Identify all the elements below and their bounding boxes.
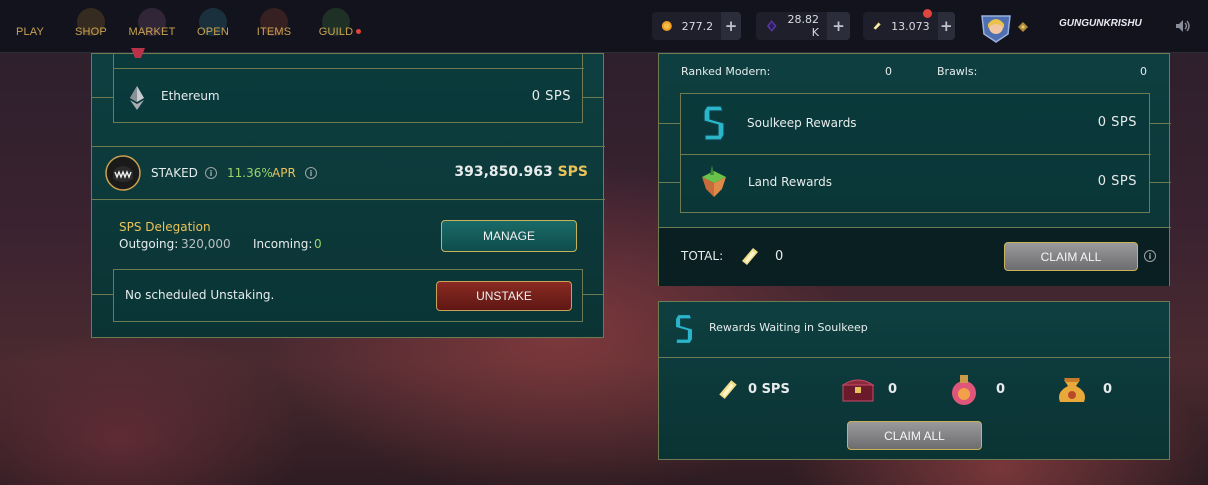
rank-icon	[1018, 22, 1028, 32]
ethereum-label: Ethereum	[161, 89, 220, 103]
waiting-bag-value: 0	[1103, 382, 1113, 397]
claim-all-soulkeep-button[interactable]: CLAIM ALL	[847, 421, 982, 450]
outgoing-label: Outgoing:	[119, 237, 179, 251]
total-label: TOTAL:	[681, 249, 724, 263]
land-rewards-label: Land Rewards	[748, 175, 833, 189]
divider	[659, 357, 1171, 358]
divider	[681, 154, 1151, 155]
unstaking-box: No scheduled Unstaking. UNSTAKE	[113, 269, 583, 322]
brawls-value: 0	[1140, 65, 1147, 78]
ranked-modern-label: Ranked Modern:	[681, 65, 771, 78]
nav-open-label: OPEN	[197, 25, 229, 38]
nav-play[interactable]: PLAY	[10, 0, 50, 53]
voucher-value: 28.82 K	[787, 13, 819, 39]
soulkeep-icon	[675, 314, 693, 344]
outgoing-value: 320,000	[181, 237, 231, 251]
sps-shard-icon	[873, 22, 881, 30]
connector-line	[92, 294, 113, 295]
divider	[114, 68, 584, 69]
connector-line	[1150, 123, 1171, 124]
soulkeep-icon	[703, 105, 725, 141]
total-value: 0	[775, 249, 784, 264]
manage-button[interactable]: MANAGE	[441, 220, 577, 252]
unstake-button[interactable]: UNSTAKE	[436, 281, 572, 311]
divider	[92, 199, 605, 200]
sps-shard-icon	[719, 380, 737, 399]
land-rewards-value: 0 SPS	[1097, 174, 1137, 189]
staked-amount-wrap: 393,850.963 SPS	[454, 164, 588, 180]
ethereum-value: 0 SPS	[531, 89, 571, 104]
chain-balances-box: Ethereum 0 SPS	[113, 48, 584, 123]
claim-all-button[interactable]: CLAIM ALL	[1004, 242, 1138, 271]
soulkeep-waiting-panel: Rewards Waiting in Soulkeep 0 SPS 0 0 0 …	[658, 301, 1171, 460]
sps-add-button[interactable]: +	[937, 12, 955, 40]
land-icon	[702, 165, 726, 197]
dec-coin-icon	[661, 21, 672, 31]
waiting-title: Rewards Waiting in Soulkeep	[709, 321, 868, 334]
sps-shard-icon	[742, 248, 758, 265]
apr-label: APR	[272, 166, 296, 180]
ethereum-icon	[130, 86, 144, 110]
dec-add-button[interactable]: +	[721, 12, 741, 40]
guild-notification-dot	[356, 29, 361, 34]
voucher-balance: 28.82 K +	[756, 12, 850, 40]
soulkeep-rewards-value: 0 SPS	[1097, 115, 1137, 130]
staked-amount: 393,850.963	[454, 164, 553, 180]
voucher-gem-icon	[766, 20, 777, 32]
chain-gem-icon	[131, 48, 145, 58]
gold-bag-icon	[1059, 378, 1085, 402]
sps-balance: 13.073 +	[863, 9, 955, 40]
incoming-label: Incoming:	[253, 237, 313, 251]
ranked-modern-value: 0	[885, 65, 892, 78]
left-staking-panel: Ethereum 0 SPS STAKED i 11.36% APR i 393…	[91, 48, 605, 338]
connector-line	[92, 97, 113, 98]
avatar[interactable]	[978, 12, 1014, 44]
nav-market-label: MARKET	[128, 25, 176, 38]
chest-icon	[841, 379, 875, 402]
waiting-potion-value: 0	[996, 382, 1006, 397]
staked-label: STAKED	[151, 166, 198, 180]
apr-value: 11.36%	[227, 166, 273, 180]
connector-line	[659, 182, 680, 183]
connector-line	[583, 294, 604, 295]
potion-icon	[952, 375, 976, 405]
nav-guild[interactable]: GUILD	[318, 0, 361, 53]
nav-play-label: PLAY	[15, 25, 45, 38]
incoming-value: 0	[314, 237, 322, 251]
username[interactable]: GUNGUNKRISHU	[1059, 18, 1142, 29]
soulkeep-rewards-label: Soulkeep Rewards	[747, 116, 857, 130]
apr-info-icon[interactable]: i	[305, 167, 317, 179]
waiting-sps-value: 0 SPS	[748, 382, 790, 397]
nav-guild-label: GUILD	[318, 25, 354, 38]
sps-value: 13.073	[891, 19, 930, 33]
nav-items[interactable]: ITEMS	[254, 0, 294, 53]
connector-line	[583, 97, 604, 98]
brawls-label: Brawls:	[937, 65, 978, 78]
rewards-list-box: Soulkeep Rewards 0 SPS Land Rewards 0 SP…	[680, 93, 1151, 213]
connector-line	[1150, 182, 1171, 183]
dec-balance: 277.2 +	[652, 12, 741, 40]
divider	[92, 146, 605, 147]
nav-market[interactable]: MARKET	[128, 0, 176, 53]
waiting-chest-value: 0	[888, 382, 898, 397]
staked-info-icon[interactable]: i	[205, 167, 217, 179]
connector-line	[659, 123, 680, 124]
staked-monster-icon	[105, 155, 141, 191]
sps-notification-dot	[923, 9, 932, 18]
nav-items-label: ITEMS	[256, 25, 292, 38]
claim-info-icon[interactable]: i	[1144, 250, 1156, 262]
nav-shop-label: SHOP	[75, 25, 107, 38]
right-rewards-panel: Ranked Modern: 0 Brawls: 0 Soulkeep Rewa…	[658, 53, 1171, 286]
delegation-title: SPS Delegation	[119, 220, 211, 234]
staked-unit: SPS	[557, 164, 588, 180]
unstaking-status: No scheduled Unstaking.	[125, 288, 275, 302]
top-nav: PLAY SHOP MARKET OPEN ITEMS GUILD 277.2 …	[0, 0, 1208, 53]
voucher-add-button[interactable]: +	[826, 12, 850, 40]
speaker-icon[interactable]	[1175, 19, 1191, 33]
nav-open[interactable]: OPEN	[194, 0, 232, 53]
dec-value: 277.2	[681, 19, 714, 33]
nav-shop[interactable]: SHOP	[70, 0, 112, 53]
